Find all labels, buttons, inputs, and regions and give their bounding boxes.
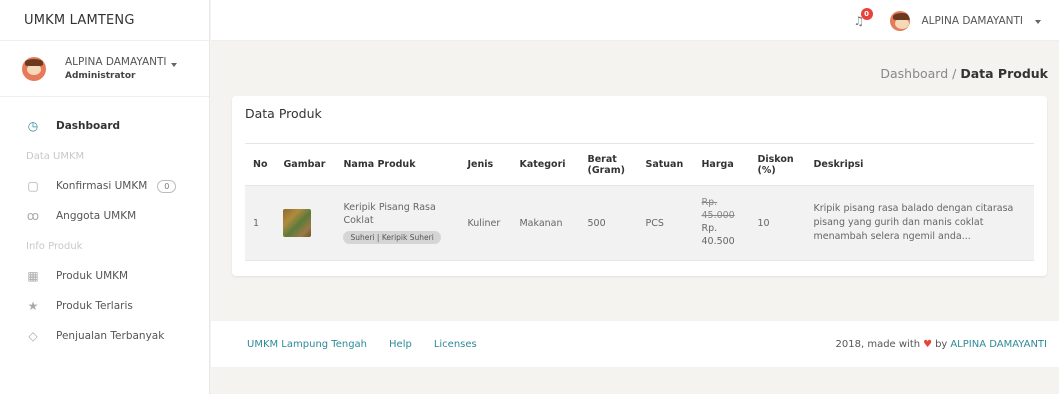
footer-author-link[interactable]: ALPINA DAMAYANTI — [950, 339, 1047, 350]
sidebar-item-label: Produk Terlaris — [56, 300, 133, 312]
sidebar-item-konfirmasi[interactable]: ▢ Konfirmasi UMKM 0 — [0, 171, 209, 201]
col-berat: Berat (Gram) — [579, 143, 638, 186]
brand-logo[interactable]: UMKM LAMTENG — [0, 0, 209, 41]
calendar-icon: ▢ — [27, 179, 39, 193]
sidebar-item-terlaris[interactable]: ★ Produk Terlaris — [0, 291, 209, 321]
sidebar-item-label: Anggota UMKM — [56, 210, 137, 222]
footer-credit: 2018, made with ♥ by ALPINA DAMAYANTI — [836, 321, 1047, 367]
cell-nama: Keripik Pisang Rasa Coklat Suheri | Keri… — [335, 185, 460, 261]
sidebar-item-label: Konfirmasi UMKM — [56, 180, 148, 192]
sidebar-item-label: Penjualan Terbanyak — [56, 330, 165, 342]
sidebar-section-umkm: Data UMKM — [26, 150, 85, 162]
top-navbar-right: ♫ 0 ALPINA DAMAYANTI — [854, 0, 1041, 41]
product-thumbnail[interactable] — [283, 209, 312, 237]
breadcrumb-current: Data Produk — [960, 66, 1048, 81]
star-icon: ★ — [27, 299, 39, 313]
cell-jenis: Kuliner — [459, 185, 512, 261]
col-jenis: Jenis — [459, 143, 512, 186]
footer: UMKM Lampung Tengah Help Licenses 2018, … — [211, 321, 1059, 367]
grid-icon: ▦ — [27, 269, 39, 283]
cell-harga: Rp. 45.000 Rp. 40.500 — [693, 185, 750, 261]
product-card: Data Produk No Gambar Nama Produk Jenis … — [232, 96, 1047, 276]
heart-icon: ♥ — [923, 338, 933, 350]
col-deskripsi: Deskripsi — [805, 143, 1034, 186]
breadcrumb-parent[interactable]: Dashboard — [880, 66, 948, 81]
cell-kategori: Makanan — [511, 185, 580, 261]
footer-link-help[interactable]: Help — [389, 339, 412, 350]
sidebar-user-text: ALPINA DAMAYANTI Administrator — [65, 56, 177, 81]
chevron-down-icon[interactable] — [1035, 19, 1041, 24]
card-title: Data Produk — [245, 106, 322, 121]
col-harga: Harga — [693, 143, 750, 186]
shop-badge: Suheri | Keripik Suheri — [343, 230, 441, 244]
col-kategori: Kategori — [511, 143, 580, 186]
sidebar-user-role: Administrator — [65, 71, 136, 81]
sidebar-user-name: ALPINA DAMAYANTI — [65, 56, 167, 68]
tag-icon: ◇ — [28, 329, 38, 343]
breadcrumb: Dashboard / Data Produk — [880, 66, 1048, 81]
cell-gambar — [275, 185, 336, 261]
footer-link-umkm[interactable]: UMKM Lampung Tengah — [247, 339, 367, 350]
cell-satuan: PCS — [637, 185, 694, 261]
user-avatar — [22, 56, 46, 81]
col-diskon: Diskon (%) — [749, 143, 806, 186]
app-root: UMKM LAMTENG ALPINA DAMAYANTI Administra… — [0, 0, 1059, 394]
table-row[interactable]: 1 Keripik Pisang Rasa Coklat Suheri | Ke… — [245, 185, 1034, 261]
breadcrumb-separator: / — [948, 66, 961, 81]
sidebar-user[interactable]: ALPINA DAMAYANTI Administrator — [0, 41, 209, 97]
price-original: Rp. 45.000 — [701, 197, 735, 222]
konfirmasi-count-badge: 0 — [157, 179, 177, 193]
sidebar: UMKM LAMTENG ALPINA DAMAYANTI Administra… — [0, 0, 210, 394]
col-nama: Nama Produk — [335, 143, 460, 186]
users-icon: ꝏ — [26, 209, 40, 223]
sidebar-user-name-row: ALPINA DAMAYANTI — [65, 56, 177, 68]
table-header-row: No Gambar Nama Produk Jenis Kategori Ber… — [245, 143, 1034, 186]
sidebar-item-produk[interactable]: ▦ Produk UMKM — [0, 261, 209, 291]
product-table: No Gambar Nama Produk Jenis Kategori Ber… — [245, 143, 1034, 261]
price-discounted: Rp. 40.500 — [701, 223, 735, 247]
dashboard-icon: ◷ — [27, 119, 39, 133]
cell-deskripsi: Kripik pisang rasa balado dengan citaras… — [805, 185, 1034, 261]
chevron-down-icon — [170, 63, 177, 67]
footer-link-licenses[interactable]: Licenses — [434, 339, 477, 350]
footer-by: by — [935, 338, 948, 350]
top-user-name[interactable]: ALPINA DAMAYANTI — [922, 15, 1024, 27]
product-name: Keripik Pisang Rasa Coklat — [343, 202, 436, 226]
top-navbar: ♫ 0 ALPINA DAMAYANTI — [211, 0, 1059, 41]
col-gambar: Gambar — [275, 143, 336, 186]
sidebar-item-label: Dashboard — [56, 120, 121, 132]
cell-diskon: 10 — [749, 185, 806, 261]
col-satuan: Satuan — [637, 143, 694, 186]
cell-no: 1 — [245, 185, 276, 261]
footer-links: UMKM Lampung Tengah Help Licenses — [247, 321, 477, 367]
sidebar-item-dashboard[interactable]: ◷ Dashboard — [0, 111, 209, 141]
top-user-avatar[interactable] — [889, 10, 910, 31]
sidebar-item-label: Produk UMKM — [56, 270, 129, 282]
footer-made-with: 2018, made with — [835, 338, 921, 350]
sidebar-item-anggota[interactable]: ꝏ Anggota UMKM — [0, 201, 209, 231]
notification-count-badge: 0 — [860, 7, 873, 20]
col-no: No — [245, 143, 276, 186]
sidebar-item-penjualan[interactable]: ◇ Penjualan Terbanyak — [0, 321, 209, 351]
cell-berat: 500 — [579, 185, 638, 261]
notification-bell[interactable]: ♫ 0 — [854, 7, 873, 28]
sidebar-section-produk: Info Produk — [26, 240, 83, 252]
